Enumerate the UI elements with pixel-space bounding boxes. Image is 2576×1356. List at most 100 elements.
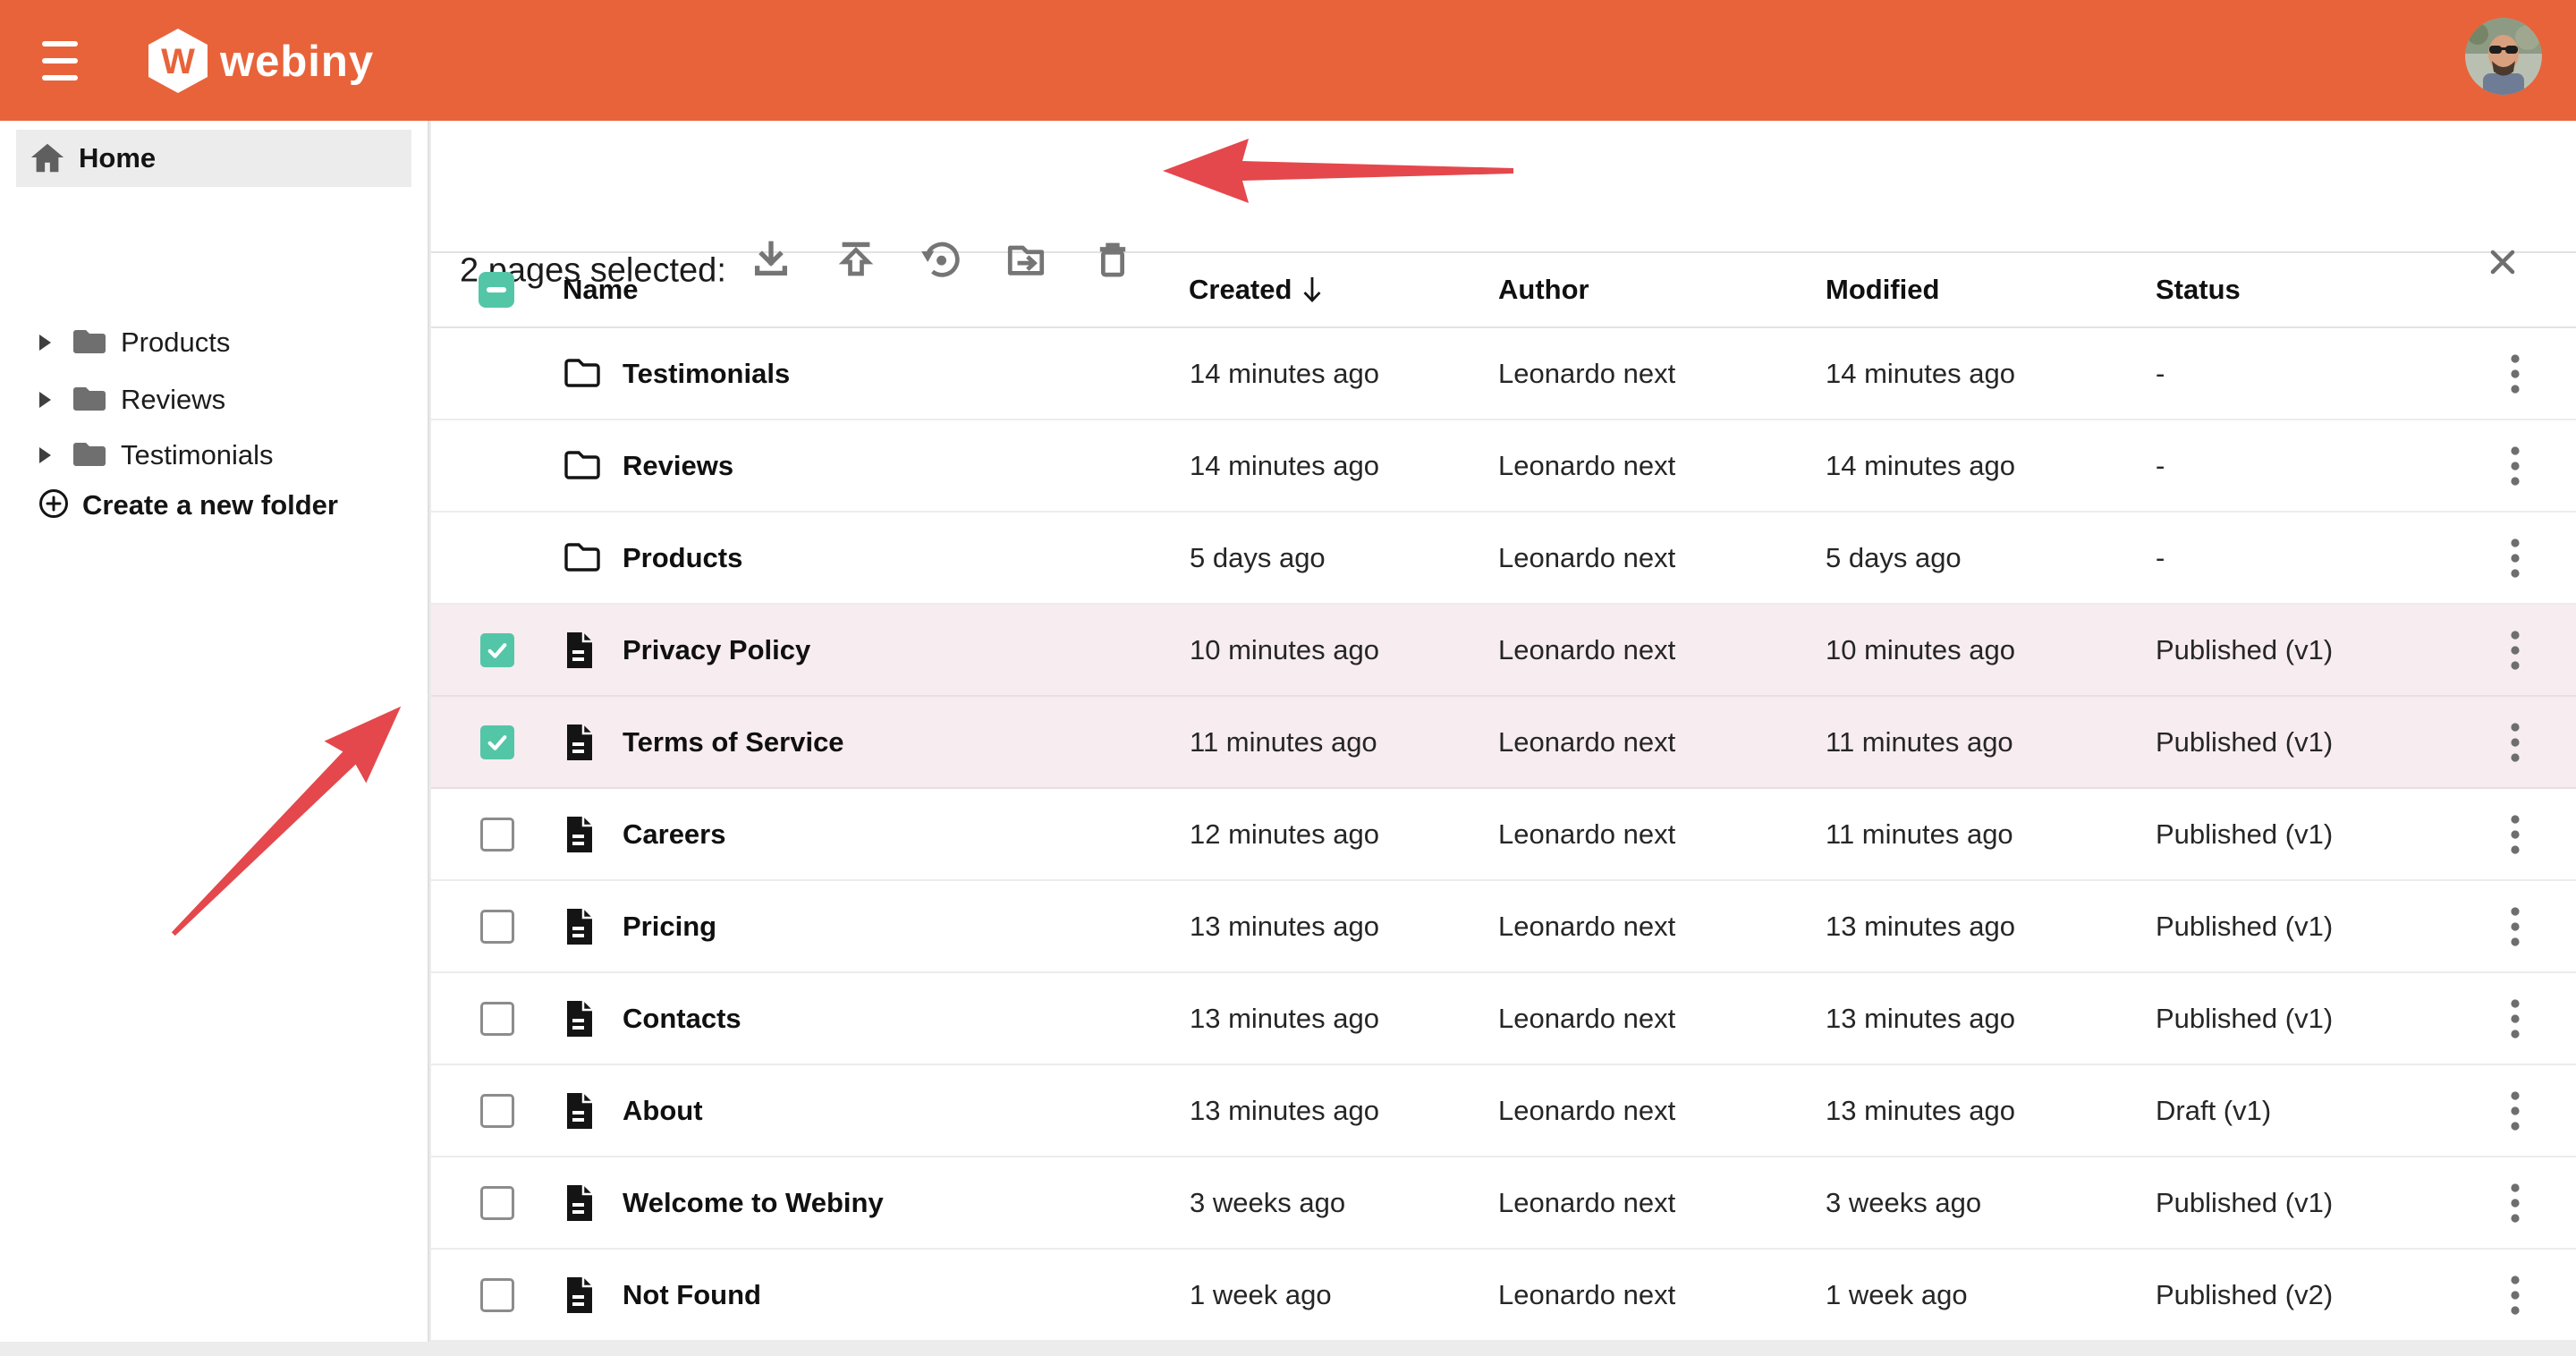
row-created: 10 minutes ago xyxy=(1190,634,1379,666)
row-created: 12 minutes ago xyxy=(1190,818,1379,851)
chevron-right-icon[interactable] xyxy=(39,447,51,463)
row-menu-kebab-icon[interactable] xyxy=(2494,808,2537,861)
webiny-wordmark: webiny xyxy=(220,37,374,87)
column-header-modified[interactable]: Modified xyxy=(1826,274,1939,306)
row-name[interactable]: About xyxy=(623,1095,703,1127)
row-status: Published (v1) xyxy=(2156,818,2333,851)
row-checkbox[interactable] xyxy=(480,1094,514,1128)
row-created: 3 weeks ago xyxy=(1190,1187,1345,1219)
row-modified: 1 week ago xyxy=(1826,1279,1968,1311)
row-status: Published (v1) xyxy=(2156,634,2333,666)
column-header-author[interactable]: Author xyxy=(1498,274,1589,306)
row-checkbox[interactable] xyxy=(480,1278,514,1312)
home-icon xyxy=(29,140,66,176)
row-modified: 13 minutes ago xyxy=(1826,1095,2015,1127)
table-row[interactable]: Not Found1 week agoLeonardo next1 week a… xyxy=(431,1250,2576,1342)
row-created: 13 minutes ago xyxy=(1190,1003,1379,1035)
row-menu-kebab-icon[interactable] xyxy=(2494,347,2537,401)
row-status: Published (v1) xyxy=(2156,1187,2333,1219)
table-row[interactable]: Privacy Policy10 minutes agoLeonardo nex… xyxy=(431,605,2576,697)
row-status: - xyxy=(2156,542,2165,574)
row-menu-kebab-icon[interactable] xyxy=(2494,439,2537,493)
row-checkbox[interactable] xyxy=(480,1186,514,1220)
document-icon xyxy=(562,999,601,1038)
table-row[interactable]: Welcome to Webiny 3 weeks ago Leonardo nex… xyxy=(431,1157,2576,1250)
row-checkbox[interactable] xyxy=(480,818,514,852)
row-menu-kebab-icon[interactable] xyxy=(2494,992,2537,1046)
row-menu-kebab-icon[interactable] xyxy=(2494,531,2537,585)
row-checkbox[interactable] xyxy=(480,633,514,667)
hamburger-menu-icon[interactable] xyxy=(42,41,83,81)
row-created: 13 minutes ago xyxy=(1190,911,1379,943)
row-status: - xyxy=(2156,358,2165,390)
row-name[interactable]: Not Found xyxy=(623,1279,761,1311)
row-name[interactable]: Products xyxy=(623,542,742,574)
row-author: Leonardo next xyxy=(1498,1279,1675,1311)
plus-circle-icon xyxy=(38,487,70,524)
row-name[interactable]: Careers xyxy=(623,818,725,851)
bulk-actions-toolbar: 2 pages selected: xyxy=(431,121,2576,253)
row-author: Leonardo next xyxy=(1498,358,1675,390)
row-author: Leonardo next xyxy=(1498,818,1675,851)
row-author: Leonardo next xyxy=(1498,1187,1675,1219)
row-modified: 5 days ago xyxy=(1826,542,1962,574)
table-row[interactable]: Careers12 minutes agoLeonardo next11 min… xyxy=(431,789,2576,881)
select-all-checkbox[interactable] xyxy=(479,272,514,308)
row-name[interactable]: Pricing xyxy=(623,911,716,943)
row-status: Draft (v1) xyxy=(2156,1095,2271,1127)
table-row[interactable]: About13 minutes agoLeonardo next13 minut… xyxy=(431,1065,2576,1157)
table-row[interactable]: Testimonials14 minutes agoLeonardo next1… xyxy=(431,328,2576,420)
row-name[interactable]: Reviews xyxy=(623,450,733,482)
table-row[interactable]: Reviews14 minutes agoLeonardo next14 min… xyxy=(431,420,2576,513)
webiny-logo: W webiny xyxy=(148,29,374,93)
folder-icon xyxy=(562,354,601,394)
row-checkbox[interactable] xyxy=(480,725,514,759)
row-checkbox[interactable] xyxy=(480,910,514,944)
row-menu-kebab-icon[interactable] xyxy=(2494,900,2537,953)
sidebar-item-products[interactable]: Products xyxy=(0,319,429,366)
row-menu-kebab-icon[interactable] xyxy=(2494,716,2537,769)
create-folder-button[interactable]: Create a new folder xyxy=(38,482,338,529)
sidebar-folder-label: Testimonials xyxy=(121,439,274,471)
row-modified: 14 minutes ago xyxy=(1826,358,2015,390)
document-icon xyxy=(562,1183,601,1223)
table-row[interactable]: Contacts13 minutes agoLeonardo next13 mi… xyxy=(431,973,2576,1065)
row-name[interactable]: Welcome to Webiny xyxy=(623,1187,884,1219)
row-name[interactable]: Testimonials xyxy=(623,358,790,390)
row-name[interactable]: Contacts xyxy=(623,1003,741,1035)
sidebar-item-reviews[interactable]: Reviews xyxy=(0,377,429,423)
table-header: Name Created Author Modified Status xyxy=(431,253,2576,328)
row-menu-kebab-icon[interactable] xyxy=(2494,1084,2537,1138)
folder-icon xyxy=(71,383,108,418)
chevron-right-icon[interactable] xyxy=(39,392,51,408)
sidebar-home-label: Home xyxy=(79,142,156,174)
row-created: 5 days ago xyxy=(1190,542,1326,574)
table-row[interactable]: Pricing13 minutes agoLeonardo next13 min… xyxy=(431,881,2576,973)
document-icon xyxy=(562,1275,601,1315)
row-name[interactable]: Privacy Policy xyxy=(623,634,810,666)
row-modified: 14 minutes ago xyxy=(1826,450,2015,482)
page-list-rows: Testimonials 14 minutes ago Leonardo next 1… xyxy=(431,328,2576,1342)
row-checkbox[interactable] xyxy=(480,1002,514,1036)
table-row[interactable]: Products5 days agoLeonardo next5 days ag… xyxy=(431,513,2576,605)
webiny-hexagon-icon: W xyxy=(148,29,208,93)
folder-icon xyxy=(562,446,601,486)
document-icon xyxy=(562,631,601,670)
column-header-name[interactable]: Name xyxy=(563,274,638,306)
row-author: Leonardo next xyxy=(1498,911,1675,943)
sidebar-item-home[interactable]: Home xyxy=(16,130,411,187)
table-row[interactable]: Terms of Service11 minutes agoLeonardo n… xyxy=(431,697,2576,789)
sidebar-item-testimonials[interactable]: Testimonials xyxy=(0,432,429,479)
row-menu-kebab-icon[interactable] xyxy=(2494,1176,2537,1230)
row-menu-kebab-icon[interactable] xyxy=(2494,1268,2537,1322)
user-avatar[interactable] xyxy=(2465,18,2542,95)
folder-sidebar: Home Products Reviews Testimonials Create … xyxy=(0,121,429,1342)
row-name[interactable]: Terms of Service xyxy=(623,726,844,759)
folder-icon xyxy=(71,326,108,360)
row-menu-kebab-icon[interactable] xyxy=(2494,623,2537,677)
create-folder-label: Create a new folder xyxy=(82,489,338,521)
column-header-status[interactable]: Status xyxy=(2156,274,2241,306)
row-status: Published (v1) xyxy=(2156,1003,2333,1035)
chevron-right-icon[interactable] xyxy=(39,335,51,351)
column-header-created[interactable]: Created xyxy=(1189,274,1324,306)
